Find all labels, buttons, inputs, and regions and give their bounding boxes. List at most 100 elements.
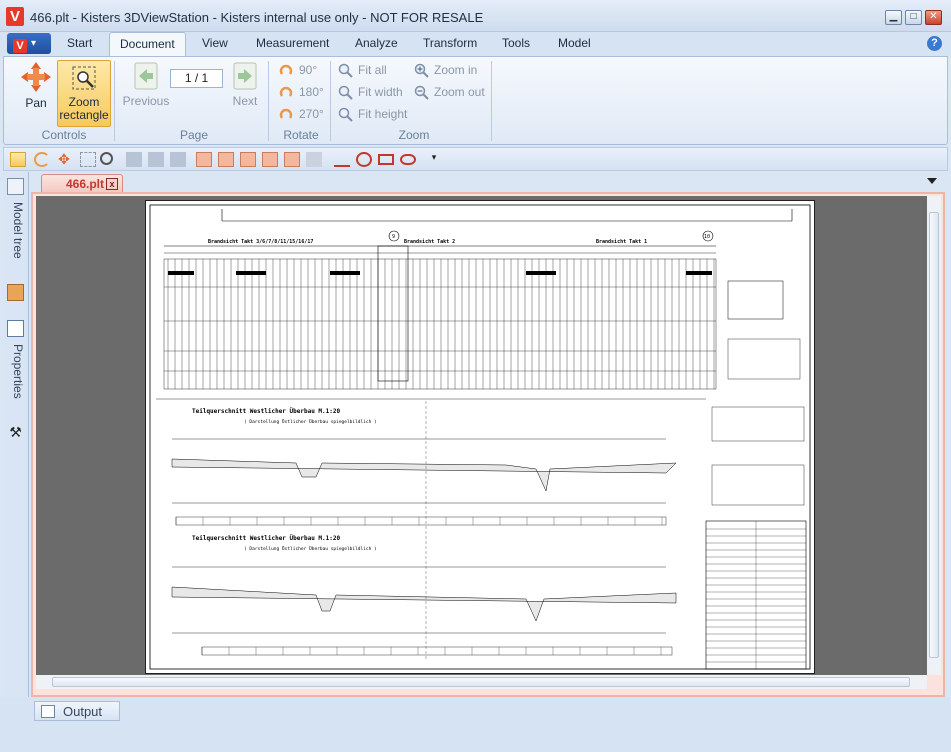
compare-icon[interactable] <box>306 152 322 167</box>
rotate-icon[interactable] <box>34 152 50 167</box>
maximize-button[interactable]: □ <box>905 10 922 25</box>
header-mid: Brandsicht Takt 2 <box>404 239 455 245</box>
quick-toolbar: ✥ ▾ <box>3 147 948 171</box>
compare-icon[interactable] <box>284 152 300 167</box>
output-tab[interactable]: Output <box>34 701 120 721</box>
next-label: Next <box>232 94 258 108</box>
measure-icon[interactable] <box>148 152 164 167</box>
scroll-thumb[interactable] <box>929 212 939 658</box>
table-cells <box>175 517 663 525</box>
tab-transform[interactable]: Transform <box>423 36 477 50</box>
tab-tools[interactable]: Tools <box>502 36 530 50</box>
tools-icon[interactable]: ⚒ <box>7 424 24 441</box>
magnifier-icon <box>338 107 353 122</box>
previous-page-button[interactable]: Previous <box>122 60 170 108</box>
next-arrow-icon <box>233 62 257 90</box>
compare-icon[interactable] <box>196 152 212 167</box>
properties-icon[interactable] <box>7 320 24 337</box>
pan-button[interactable]: Pan <box>18 60 54 110</box>
tab-document[interactable]: Document <box>109 32 186 57</box>
title-bar: V 466.plt - Kisters 3DViewStation - Kist… <box>0 0 951 32</box>
chevron-down-icon[interactable] <box>927 178 937 184</box>
toolbar-overflow-icon[interactable]: ▾ <box>426 152 442 167</box>
ribbon-tabs: V ▾ Start Document View Measurement Analy… <box>0 32 951 57</box>
zoom-out-label: Zoom out <box>434 85 485 99</box>
technical-drawing: Brandsicht Takt 3/6/7/8/11/15/16/17 Bran… <box>149 204 811 670</box>
rotate-90-button[interactable]: 90° <box>279 61 317 79</box>
pan-icon[interactable]: ✥ <box>56 152 72 167</box>
rotate-180-button[interactable]: 180° <box>279 83 324 101</box>
markup-cloud-icon[interactable] <box>400 154 416 165</box>
pan-label: Pan <box>25 96 47 110</box>
compare-icon[interactable] <box>240 152 256 167</box>
group-separator <box>491 61 492 141</box>
drawing-viewport[interactable]: Brandsicht Takt 3/6/7/8/11/15/16/17 Bran… <box>36 196 927 675</box>
document-tab-title: 466.plt <box>66 177 105 191</box>
fit-height-label: Fit height <box>358 107 408 121</box>
fit-all-label: Fit all <box>358 63 387 77</box>
tab-model[interactable]: Model <box>558 36 591 50</box>
help-icon[interactable]: ? <box>927 36 942 51</box>
hatch-block <box>686 271 712 275</box>
app-menu-button[interactable]: V ▾ <box>7 33 51 54</box>
group-label-rotate: Rotate <box>283 128 319 142</box>
hatch-blocks <box>168 271 712 275</box>
title-block-lines <box>706 521 806 669</box>
tab-start[interactable]: Start <box>67 36 92 50</box>
model-tree-tab[interactable]: Model tree <box>7 202 25 262</box>
properties-tab[interactable]: Properties <box>7 344 25 404</box>
zoom-in-button[interactable]: Zoom in <box>414 61 477 79</box>
fit-height-button[interactable]: Fit height <box>338 105 407 123</box>
close-button[interactable]: ✕ <box>925 10 942 25</box>
section2-subtitle: ( Darstellung Östlicher Überbau spiegelb… <box>244 545 377 552</box>
cube-icon[interactable] <box>7 284 24 301</box>
rebar-lines <box>164 259 716 389</box>
page-number-input[interactable]: 1 / 1 <box>170 69 223 88</box>
document-tab[interactable]: 466.plt x <box>41 174 123 193</box>
rotate-icon <box>279 64 293 75</box>
magnifier-icon[interactable] <box>100 152 113 165</box>
window-title: 466.plt - Kisters 3DViewStation - Kister… <box>30 10 484 25</box>
ribbon-document: Pan Zoom rectangle Controls Previous 1 /… <box>3 56 948 145</box>
rotate-270-button[interactable]: 270° <box>279 105 324 123</box>
section1-title: Teilquerschnitt Westlicher Überbau M.1:2… <box>192 408 340 415</box>
section1-subtitle: ( Darstellung Östlicher Überbau spiegelb… <box>244 418 377 425</box>
bottom-panel: Output <box>0 697 951 752</box>
zoom-rectangle-icon[interactable] <box>10 152 26 167</box>
magnifier-icon <box>338 63 353 78</box>
hatch-block <box>236 271 266 275</box>
previous-arrow-icon <box>134 62 158 90</box>
next-page-button[interactable]: Next <box>227 60 263 108</box>
measure-icon[interactable] <box>170 152 186 167</box>
left-sidebar: Model tree Properties ⚒ <box>3 172 29 697</box>
fit-all-button[interactable]: Fit all <box>338 61 387 79</box>
markup-rectangle-icon[interactable] <box>378 154 394 165</box>
fit-width-label: Fit width <box>358 85 403 99</box>
group-label-zoom: Zoom <box>398 128 430 142</box>
rotate-icon <box>279 108 293 119</box>
model-tree-icon[interactable] <box>7 178 24 195</box>
scroll-thumb[interactable] <box>52 677 910 687</box>
markup-line-icon[interactable] <box>334 152 350 167</box>
close-icon[interactable]: x <box>106 178 118 190</box>
compare-icon[interactable] <box>218 152 234 167</box>
compare-icon[interactable] <box>262 152 278 167</box>
zoom-out-button[interactable]: Zoom out <box>414 83 485 101</box>
horizontal-scrollbar[interactable] <box>36 675 927 689</box>
vertical-scrollbar[interactable] <box>927 196 941 675</box>
minimize-button[interactable]: ▁ <box>885 10 902 25</box>
fit-width-button[interactable]: Fit width <box>338 83 403 101</box>
select-icon[interactable] <box>80 152 96 167</box>
tab-view[interactable]: View <box>202 36 228 50</box>
zoom-rectangle-button[interactable]: Zoom rectangle <box>57 60 111 127</box>
marker-b: 10 <box>704 234 710 240</box>
group-separator <box>268 61 269 141</box>
tab-analyze[interactable]: Analyze <box>355 36 398 50</box>
group-label-controls: Controls <box>41 128 87 142</box>
tab-measurement[interactable]: Measurement <box>256 36 329 50</box>
markup-circle-icon[interactable] <box>356 152 372 167</box>
zoom-out-icon <box>414 85 429 100</box>
measure-icon[interactable] <box>126 152 142 167</box>
viewer-frame: Brandsicht Takt 3/6/7/8/11/15/16/17 Bran… <box>31 192 945 697</box>
table-cells <box>201 647 662 655</box>
